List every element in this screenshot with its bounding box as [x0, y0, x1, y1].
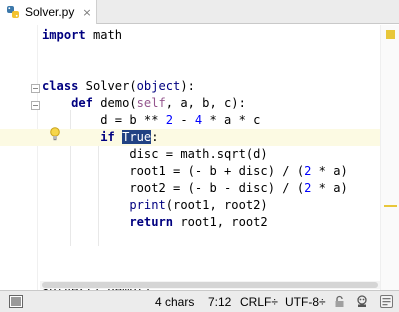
code-token: return	[129, 215, 174, 229]
code-token: Solver(	[78, 79, 137, 93]
code-line[interactable]: class Solver(object):	[42, 78, 195, 95]
code-token: if	[100, 130, 115, 144]
code-token: root1, root2	[173, 215, 268, 229]
code-token: * a * c	[202, 113, 261, 127]
code-token: self	[136, 96, 166, 110]
code-token: import	[42, 28, 86, 42]
stripe-marker[interactable]	[384, 205, 397, 207]
code-token: root1 = (- b + disc) / (	[42, 164, 305, 178]
code-token: -	[173, 113, 195, 127]
code-token: print	[129, 198, 166, 212]
code-line[interactable]: d = b ** 2 - 4 * a * c	[42, 112, 260, 129]
scrollbar-thumb[interactable]	[42, 282, 378, 288]
code-token: ):	[180, 79, 195, 93]
toggle-tool-windows-icon[interactable]	[9, 295, 23, 311]
code-token: * a)	[311, 164, 348, 178]
horizontal-scrollbar[interactable]	[40, 281, 380, 289]
code-token: , a, b, c):	[165, 96, 246, 110]
line-separator[interactable]: CRLF÷	[240, 295, 278, 309]
code-token: disc = math.sqrt(d)	[42, 147, 268, 161]
file-encoding[interactable]: UTF-8÷	[285, 295, 326, 309]
code-token: def	[71, 96, 93, 110]
intention-bulb-icon[interactable]	[49, 126, 61, 141]
code-line[interactable]: return root1, root2	[42, 214, 268, 231]
inspector-icon[interactable]	[355, 295, 369, 311]
code-token: math	[85, 28, 123, 42]
code-area[interactable]: import math class Solver(object): def dem…	[0, 25, 380, 297]
event-log-icon[interactable]	[380, 295, 393, 311]
code-token: d = b **	[42, 113, 166, 127]
tab-label: Solver.py	[25, 5, 75, 19]
fold-icon[interactable]	[31, 101, 40, 110]
close-icon[interactable]: ×	[82, 6, 91, 19]
status-bar: 4 chars 7:12 CRLF÷ UTF-8÷	[0, 290, 399, 312]
error-stripe[interactable]	[380, 25, 399, 290]
code-token: root2 = (- b - disc) / (	[42, 181, 305, 195]
fold-icon[interactable]	[31, 84, 40, 93]
inspection-ok-icon[interactable]	[386, 30, 395, 39]
python-file-icon	[6, 5, 20, 19]
selection-info: 4 chars	[155, 295, 195, 309]
code-line[interactable]: print(root1, root2)	[42, 197, 268, 214]
tab-solver-py[interactable]: Solver.py ×	[0, 0, 97, 24]
editor-tab-bar: Solver.py ×	[0, 0, 399, 24]
code-line[interactable]: root2 = (- b - disc) / (2 * a)	[42, 180, 348, 197]
code-editor[interactable]: import math class Solver(object): def dem…	[0, 25, 399, 297]
code-line[interactable]: root1 = (- b + disc) / (2 * a)	[42, 163, 348, 180]
code-token: object	[136, 79, 181, 93]
code-token: demo(	[92, 96, 137, 110]
code-line[interactable]: def demo(self, a, b, c):	[42, 95, 246, 112]
code-token: class	[42, 79, 79, 93]
code-token: * a)	[311, 181, 348, 195]
code-token: :	[151, 130, 159, 144]
lock-icon[interactable]	[334, 295, 345, 311]
code-token: 2	[165, 113, 174, 127]
code-line[interactable]: disc = math.sqrt(d)	[42, 146, 268, 163]
code-token: (root1, root2)	[165, 198, 268, 212]
selected-text: True	[122, 130, 152, 144]
caret-position[interactable]: 7:12	[208, 295, 231, 309]
code-line[interactable]: import math	[42, 27, 122, 44]
editor-gutter	[0, 25, 40, 290]
